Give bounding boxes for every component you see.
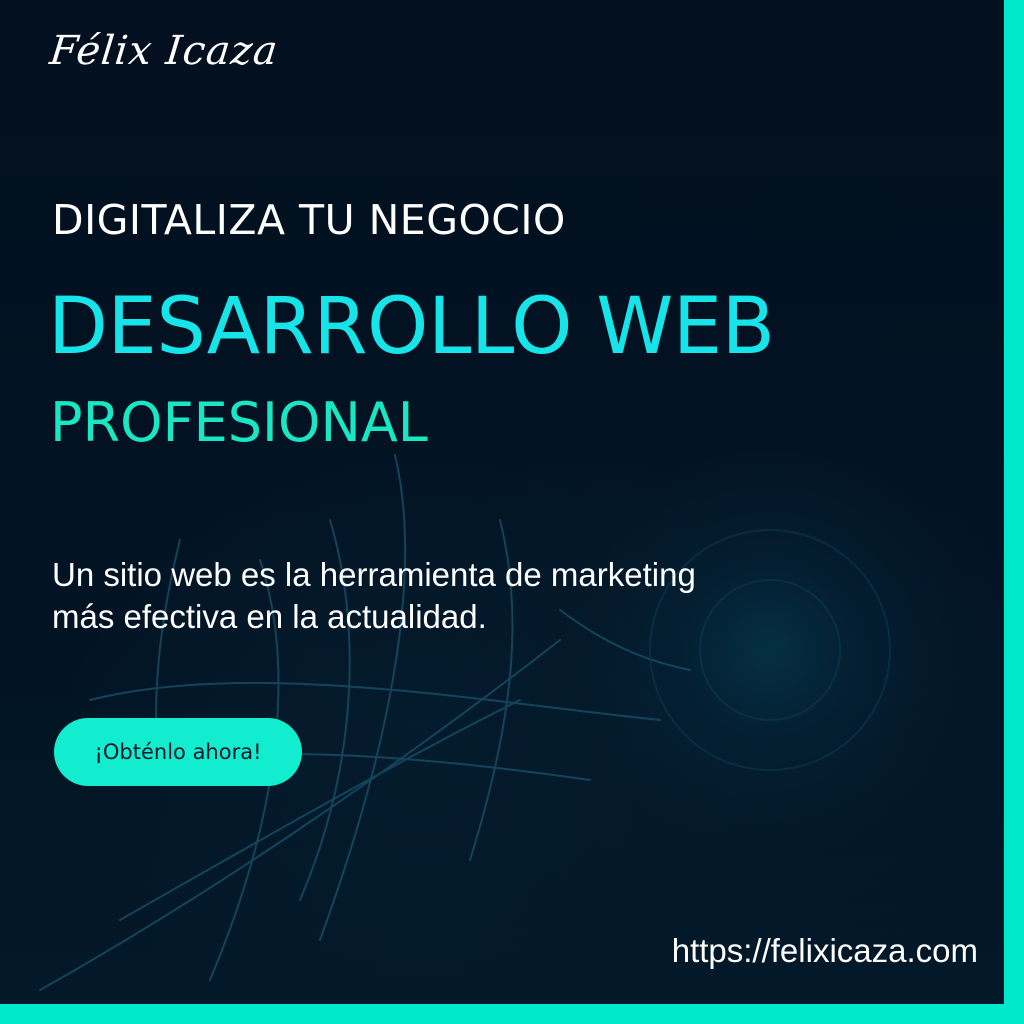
cta-button[interactable]: ¡Obténlo ahora! [54, 718, 302, 786]
description: Un sitio web es la herramienta de market… [52, 554, 872, 638]
kicker-text: DIGITALIZA TU NEGOCIO [52, 196, 566, 244]
cta-button-label: ¡Obténlo ahora! [94, 740, 262, 764]
website-url[interactable]: https://felixicaza.com [672, 932, 978, 970]
description-line-1: Un sitio web es la herramienta de market… [52, 556, 696, 593]
headline: DESARROLLO WEB [48, 282, 775, 372]
subheadline: PROFESIONAL [50, 391, 428, 454]
background-lines-graphic [39, 454, 891, 991]
brand-logo: Félix Icaza [47, 28, 281, 74]
dark-panel: Félix Icaza DIGITALIZA TU NEGOCIO DESARR… [0, 0, 1004, 1004]
banner: Félix Icaza DIGITALIZA TU NEGOCIO DESARR… [0, 0, 1024, 1024]
description-line-2: más efectiva en la actualidad. [52, 598, 487, 635]
